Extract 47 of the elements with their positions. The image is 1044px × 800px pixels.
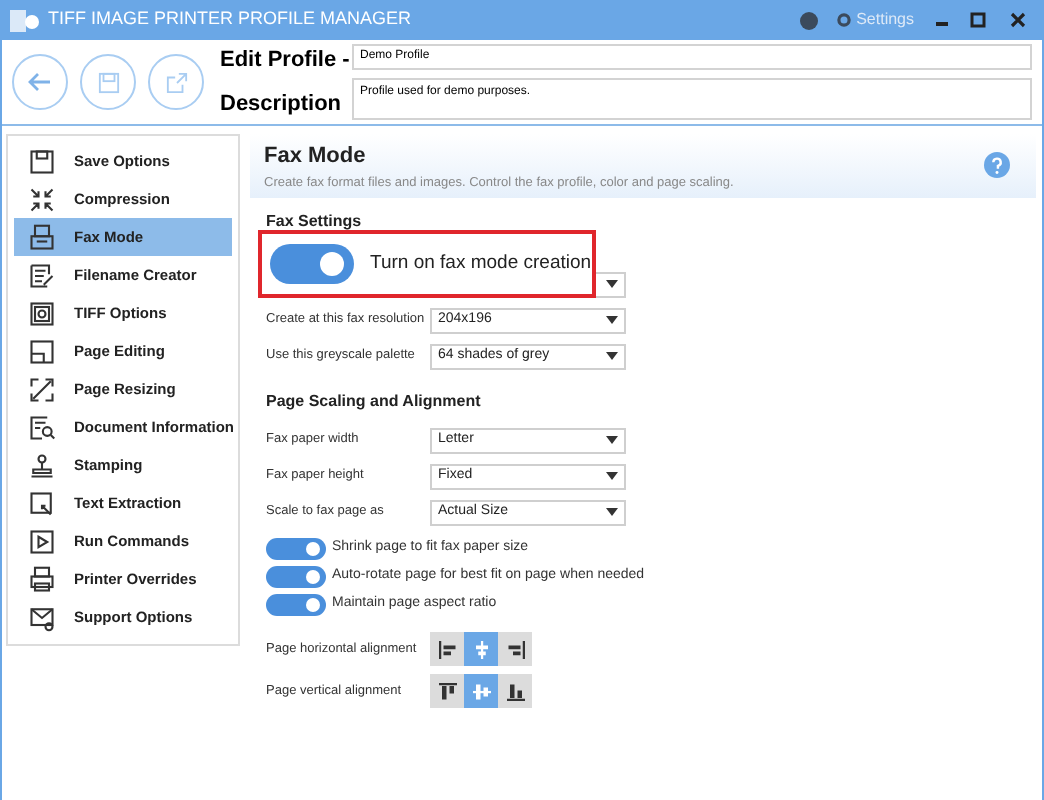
document-search-icon <box>28 413 56 441</box>
document-icon <box>28 337 56 365</box>
alignment-button[interactable] <box>430 632 464 666</box>
printer-icon <box>28 565 56 593</box>
arrows-inward-icon <box>28 185 56 213</box>
alignment-icon <box>435 637 459 661</box>
close-icon[interactable] <box>1010 12 1026 28</box>
help-icon[interactable] <box>800 11 819 29</box>
dropdown-arrow-icon <box>606 280 618 288</box>
alignment-icon <box>503 637 527 661</box>
alignment-icon <box>469 679 493 703</box>
toggle-switch[interactable] <box>266 594 326 616</box>
panel-title: Fax Mode <box>264 142 368 172</box>
window-title: TIFF IMAGE PRINTER PROFILE MANAGER <box>48 6 412 33</box>
alignment-icon <box>435 679 459 703</box>
envelope-icon <box>28 603 56 631</box>
alignment-button[interactable] <box>430 674 464 708</box>
toggle-label: Turn on fax mode creation <box>370 249 592 278</box>
toggle-switch[interactable] <box>266 538 326 560</box>
dropdown-arrow-icon <box>606 352 618 360</box>
alignment-button[interactable] <box>498 632 532 666</box>
arrows-outward-icon <box>28 375 56 403</box>
back-button[interactable] <box>12 54 68 110</box>
share-icon <box>165 71 187 93</box>
document-icon <box>28 299 56 327</box>
back-arrow-icon <box>28 72 52 92</box>
section-heading: Fax Settings <box>266 210 364 234</box>
document-icon <box>28 489 56 517</box>
toggle-switch[interactable] <box>266 566 326 588</box>
profile-label: Edit Profile - <box>220 47 344 73</box>
stamp-icon <box>28 451 56 479</box>
toggle-switch[interactable] <box>270 244 354 284</box>
dropdown-arrow-icon <box>606 316 618 324</box>
printer-icon <box>28 223 56 251</box>
settings-icon <box>836 12 853 28</box>
dropdown-arrow-icon <box>606 508 618 516</box>
alignment-icon <box>503 679 527 703</box>
play-icon <box>28 527 56 555</box>
document-icon <box>28 261 56 289</box>
dropdown-arrow-icon <box>606 436 618 444</box>
help-icon[interactable] <box>984 152 1010 178</box>
alignment-button[interactable] <box>498 674 532 708</box>
dropdown-arrow-icon <box>606 472 618 480</box>
maximize-icon[interactable] <box>970 12 986 28</box>
app-logo-icon <box>10 9 40 31</box>
section-heading: Page Scaling and Alignment <box>266 390 483 414</box>
description-label: Description <box>220 91 344 117</box>
